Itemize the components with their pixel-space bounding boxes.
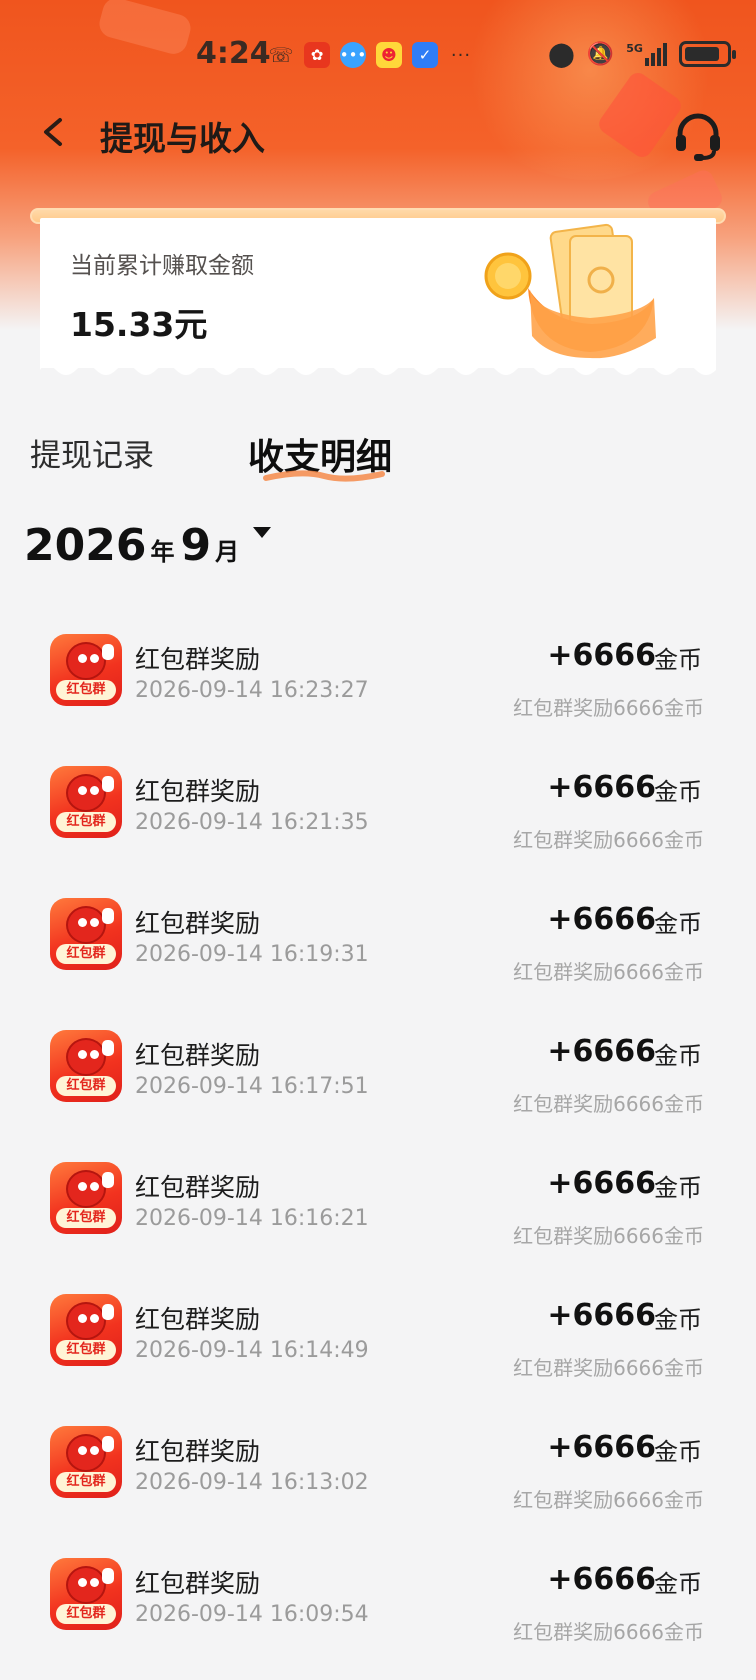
transaction-time: 2026-09-14 16:16:21 (135, 1206, 369, 1231)
transaction-title: 红包群奖励 (135, 1305, 261, 1334)
game-app-icon: ☻ (376, 42, 402, 68)
card-wave-edge (40, 362, 716, 375)
bell-muted-icon: 🔕 (586, 41, 615, 67)
transaction-amount: +6666 (547, 1298, 656, 1333)
transaction-row[interactable]: 红包群 红包群奖励 2026-09-14 16:16:21 +6666 金币 红… (0, 1138, 756, 1270)
app-icon-tag: 红包群 (56, 1604, 116, 1624)
transaction-title: 红包群奖励 (135, 1041, 261, 1070)
transaction-row[interactable]: 红包群 红包群奖励 2026-09-14 16:21:35 +6666 金币 红… (0, 742, 756, 874)
transaction-amount: +6666 (547, 770, 656, 805)
back-button[interactable] (34, 112, 74, 152)
app-icon-tag: 红包群 (56, 1208, 116, 1228)
month-selector-year-unit: 年 (150, 538, 175, 566)
caret-down-icon (253, 527, 272, 538)
status-time: 4:24 (196, 36, 271, 71)
transaction-unit: 金币 (654, 1174, 702, 1202)
transaction-title: 红包群奖励 (135, 645, 261, 674)
page-title: 提现与收入 (100, 119, 265, 158)
month-selector-month: 9 (180, 520, 212, 571)
transaction-amount: +6666 (547, 1562, 656, 1597)
huawei-app-icon: ✿ (304, 42, 330, 68)
signal-icon: 5G (626, 42, 667, 66)
transaction-title: 红包群奖励 (135, 1437, 261, 1466)
red-packet-group-app-icon: 红包群 (50, 1558, 122, 1630)
transaction-unit: 金币 (654, 1306, 702, 1334)
transaction-time: 2026-09-14 16:09:54 (135, 1602, 369, 1627)
transaction-description: 红包群奖励6666金币 (513, 828, 704, 852)
red-packet-group-app-icon: 红包群 (50, 634, 122, 706)
transaction-description: 红包群奖励6666金币 (513, 1356, 704, 1380)
status-bar: 4:24 ☏ ✿ ••• ☻ ✓ ··· ⬤ 🔕 5G (0, 28, 756, 84)
transaction-row[interactable]: 红包群 红包群奖励 2026-09-14 16:17:51 +6666 金币 红… (0, 1006, 756, 1138)
transaction-row[interactable]: 红包群 红包群奖励 2026-09-14 16:19:31 +6666 金币 红… (0, 874, 756, 1006)
headset-icon (676, 113, 720, 161)
message-icon: ••• (340, 42, 366, 68)
earnings-value: 15.33元 (70, 305, 208, 344)
transaction-description: 红包群奖励6666金币 (513, 696, 704, 720)
chevron-left-icon (44, 118, 62, 146)
app-icon-tag: 红包群 (56, 1472, 116, 1492)
red-packet-group-app-icon: 红包群 (50, 1162, 122, 1234)
app-icon-tag: 红包群 (56, 944, 116, 964)
transaction-amount: +6666 (547, 1034, 656, 1069)
missed-call-icon: ☏ (268, 43, 294, 67)
wallet-money-icon (484, 223, 656, 359)
transaction-unit: 金币 (654, 1570, 702, 1598)
app-icon-tag: 红包群 (56, 1340, 116, 1360)
security-shield-icon: ✓ (412, 42, 438, 68)
transaction-time: 2026-09-14 16:21:35 (135, 810, 369, 835)
transaction-unit: 金币 (654, 1438, 702, 1466)
app-icon-tag: 红包群 (56, 812, 116, 832)
transaction-list: 红包群 红包群奖励 2026-09-14 16:23:27 +6666 金币 红… (0, 610, 756, 1666)
transaction-time: 2026-09-14 16:23:27 (135, 678, 369, 703)
transaction-title: 红包群奖励 (135, 909, 261, 938)
tab-withdraw-records[interactable]: 提现记录 (30, 430, 154, 475)
page: 4:24 ☏ ✿ ••• ☻ ✓ ··· ⬤ 🔕 5G 提现与收入 当前累计赚取… (0, 0, 756, 1680)
transaction-time: 2026-09-14 16:19:31 (135, 942, 369, 967)
transaction-row[interactable]: 红包群 红包群奖励 2026-09-14 16:23:27 +6666 金币 红… (0, 610, 756, 742)
transaction-description: 红包群奖励6666金币 (513, 960, 704, 984)
transaction-unit: 金币 (654, 1042, 702, 1070)
more-notifications-icon: ··· (450, 44, 472, 66)
status-notification-icons: ☏ ✿ ••• ☻ ✓ ··· (268, 42, 474, 68)
tab-active-underline (263, 470, 385, 482)
transaction-row[interactable]: 红包群 红包群奖励 2026-09-14 16:14:49 +6666 金币 红… (0, 1270, 756, 1402)
red-packet-group-app-icon: 红包群 (50, 898, 122, 970)
transaction-row[interactable]: 红包群 红包群奖励 2026-09-14 16:09:54 +6666 金币 红… (0, 1534, 756, 1666)
red-packet-group-app-icon: 红包群 (50, 1294, 122, 1366)
transaction-title: 红包群奖励 (135, 1173, 261, 1202)
transaction-amount: +6666 (547, 902, 656, 937)
transaction-unit: 金币 (654, 778, 702, 806)
transaction-description: 红包群奖励6666金币 (513, 1488, 704, 1512)
network-type-label: 5G (626, 42, 643, 55)
transaction-description: 红包群奖励6666金币 (513, 1092, 704, 1116)
transaction-unit: 金币 (654, 910, 702, 938)
transaction-unit: 金币 (654, 646, 702, 674)
earnings-label: 当前累计赚取金额 (70, 253, 254, 279)
status-system-icons: ⬤ 🔕 5G (548, 40, 736, 68)
earnings-card: 当前累计赚取金额 15.33元 (40, 218, 716, 375)
transaction-amount: +6666 (547, 1430, 656, 1465)
transaction-amount: +6666 (547, 1166, 656, 1201)
transaction-title: 红包群奖励 (135, 1569, 261, 1598)
month-selector-month-unit: 月 (215, 538, 240, 566)
transaction-amount: +6666 (547, 638, 656, 673)
red-packet-group-app-icon: 红包群 (50, 1030, 122, 1102)
red-packet-group-app-icon: 红包群 (50, 766, 122, 838)
transaction-time: 2026-09-14 16:14:49 (135, 1338, 369, 1363)
customer-service-button[interactable] (670, 108, 726, 164)
transaction-time: 2026-09-14 16:17:51 (135, 1074, 369, 1099)
app-icon-tag: 红包群 (56, 680, 116, 700)
transaction-description: 红包群奖励6666金币 (513, 1224, 704, 1248)
transaction-row[interactable]: 红包群 红包群奖励 2026-09-14 16:13:02 +6666 金币 红… (0, 1402, 756, 1534)
month-selector-year: 2026 (24, 520, 147, 571)
transaction-time: 2026-09-14 16:13:02 (135, 1470, 369, 1495)
month-selector[interactable]: 2026 年 9 月 (24, 520, 272, 571)
transaction-title: 红包群奖励 (135, 777, 261, 806)
red-packet-group-app-icon: 红包群 (50, 1426, 122, 1498)
battery-icon (678, 41, 736, 67)
location-icon: ⬤ (548, 40, 575, 68)
app-icon-tag: 红包群 (56, 1076, 116, 1096)
transaction-description: 红包群奖励6666金币 (513, 1620, 704, 1644)
